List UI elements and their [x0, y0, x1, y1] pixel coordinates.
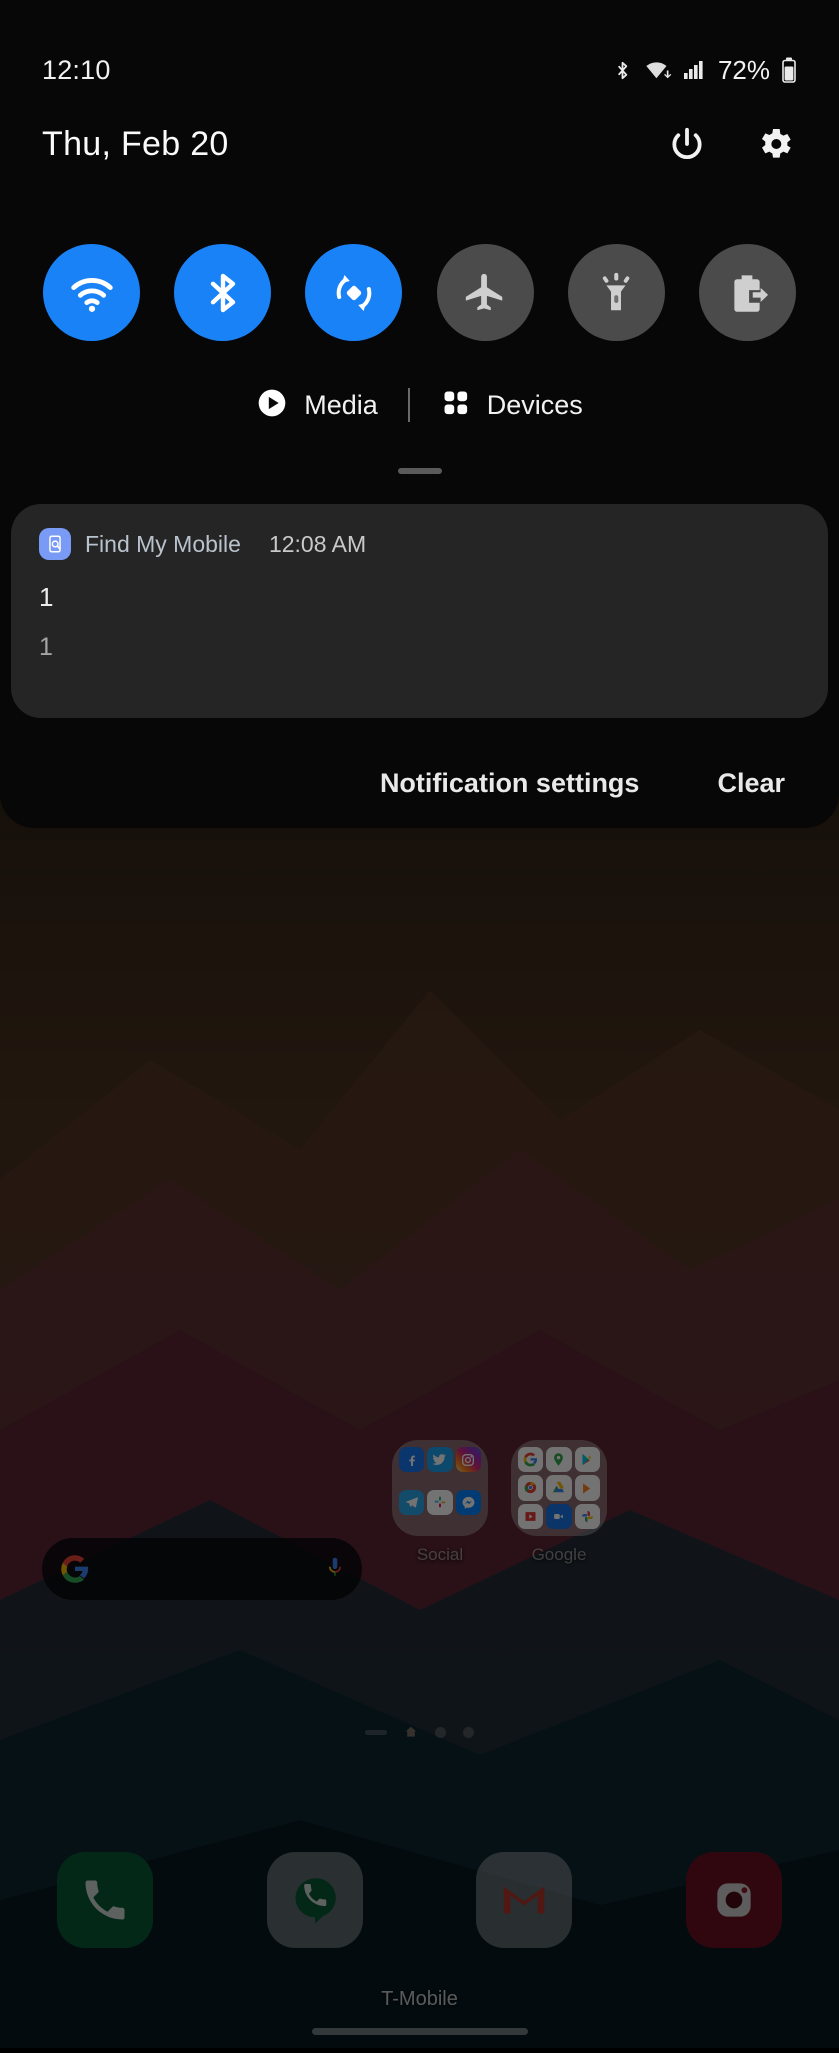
chip-devices[interactable]: Devices	[410, 387, 613, 423]
auto-rotate-icon	[305, 244, 403, 341]
shade-footer: Notification settings Clear	[0, 750, 839, 816]
toggle-wifi[interactable]	[26, 244, 157, 341]
chip-media[interactable]: Media	[226, 387, 408, 424]
wifi-icon	[645, 57, 672, 83]
find-my-mobile-icon	[39, 528, 71, 560]
notification-header: Find My Mobile 12:08 AM	[39, 528, 800, 560]
wifi-icon	[43, 244, 141, 341]
chip-devices-label: Devices	[486, 389, 583, 420]
bluetooth-icon	[611, 56, 634, 85]
power-icon[interactable]	[665, 122, 709, 166]
toggle-auto-rotate[interactable]	[288, 244, 419, 341]
flashlight-icon	[567, 244, 665, 341]
gear-icon[interactable]	[753, 122, 797, 166]
notification-shade: 12:10 72% Thu, Feb 20 Media Devices Find…	[0, 0, 839, 828]
clear-notifications-button[interactable]: Clear	[717, 768, 785, 799]
notification-title: 1	[39, 582, 54, 612]
quick-settings-toggles	[0, 244, 839, 341]
toggle-bluetooth[interactable]	[157, 244, 288, 341]
toggle-flashlight[interactable]	[551, 244, 682, 341]
battery-percent-label: 72%	[717, 54, 770, 85]
battery-icon	[781, 56, 797, 84]
status-bar: 12:10 72%	[0, 48, 839, 92]
toggle-airplane-mode[interactable]	[420, 244, 551, 341]
notification-app-name: Find My Mobile	[85, 530, 241, 557]
grid-dots-icon	[440, 387, 471, 423]
shade-header-actions	[665, 122, 797, 166]
shade-drag-handle[interactable]	[397, 468, 442, 474]
bluetooth-icon	[174, 244, 272, 341]
notification-time: 12:08 AM	[268, 530, 367, 557]
shade-header: Thu, Feb 20	[0, 108, 839, 180]
notification-card[interactable]: Find My Mobile 12:08 AM 1 1	[11, 504, 828, 718]
airplane-icon	[436, 244, 534, 341]
chip-media-label: Media	[304, 389, 378, 420]
play-circle-icon	[256, 387, 288, 424]
signal-icon	[683, 57, 705, 83]
quick-settings-chips: Media Devices	[0, 374, 839, 436]
battery-share-icon	[698, 244, 796, 341]
toggle-power-share[interactable]	[682, 244, 813, 341]
notification-settings-button[interactable]: Notification settings	[380, 768, 640, 799]
status-bar-clock: 12:10	[42, 54, 111, 85]
notification-body: 1	[39, 633, 53, 661]
shade-date: Thu, Feb 20	[42, 124, 229, 163]
status-bar-icons: 72%	[611, 55, 797, 86]
